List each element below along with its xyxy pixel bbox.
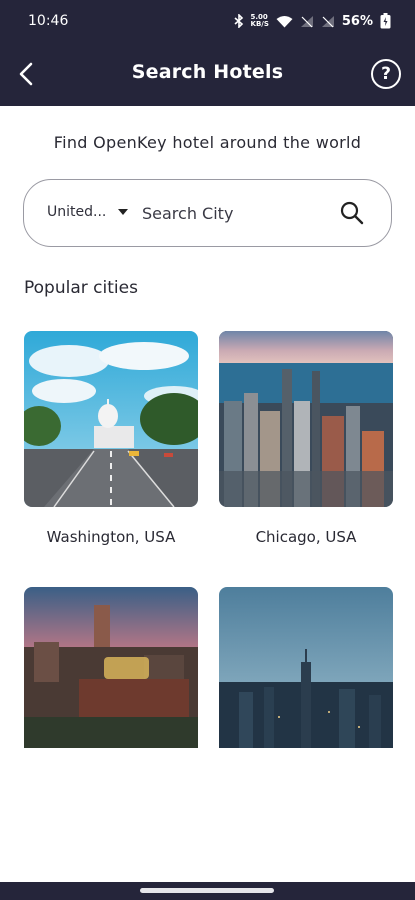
country-select[interactable]: United... xyxy=(47,204,106,220)
city-photo-washington xyxy=(24,331,198,507)
search-icon xyxy=(340,201,364,225)
page-title: Search Hotels xyxy=(131,61,284,83)
battery-icon xyxy=(380,13,391,29)
signal-icon xyxy=(300,15,313,27)
help-button[interactable]: ? xyxy=(371,59,401,89)
city-card-chicago[interactable] xyxy=(219,331,393,507)
city-photo-chicago xyxy=(219,331,393,507)
city-photo-4 xyxy=(219,587,393,748)
city-card-washington[interactable] xyxy=(24,331,198,507)
bluetooth-icon xyxy=(233,14,243,28)
intro-text: Find OpenKey hotel around the world xyxy=(53,133,362,152)
app-header: Search Hotels ? xyxy=(0,42,415,106)
search-bar: United... xyxy=(23,179,392,247)
caret-down-icon[interactable] xyxy=(118,209,128,215)
status-time: 10:46 xyxy=(28,13,69,29)
wifi-icon xyxy=(276,15,293,27)
city-search-input[interactable] xyxy=(142,198,312,228)
city-name-chicago: Chicago, USA xyxy=(255,528,357,546)
status-icons: 5.00 KB/S 56% xyxy=(233,13,391,29)
network-speed: 5.00 KB/S xyxy=(250,13,269,28)
city-photo-3 xyxy=(24,587,198,748)
search-button[interactable] xyxy=(339,200,365,226)
city-name-washington: Washington, USA xyxy=(46,528,176,546)
status-bar: 10:46 5.00 KB/S 56% xyxy=(0,0,415,42)
popular-cities-heading: Popular cities xyxy=(24,278,138,298)
system-nav-bar xyxy=(0,882,415,900)
city-card-3[interactable] xyxy=(24,587,198,748)
signal-icon-2 xyxy=(321,15,334,27)
home-gesture-handle[interactable] xyxy=(140,888,274,893)
help-icon: ? xyxy=(381,64,391,84)
city-card-4[interactable] xyxy=(219,587,393,748)
battery-percent: 56% xyxy=(341,13,373,29)
